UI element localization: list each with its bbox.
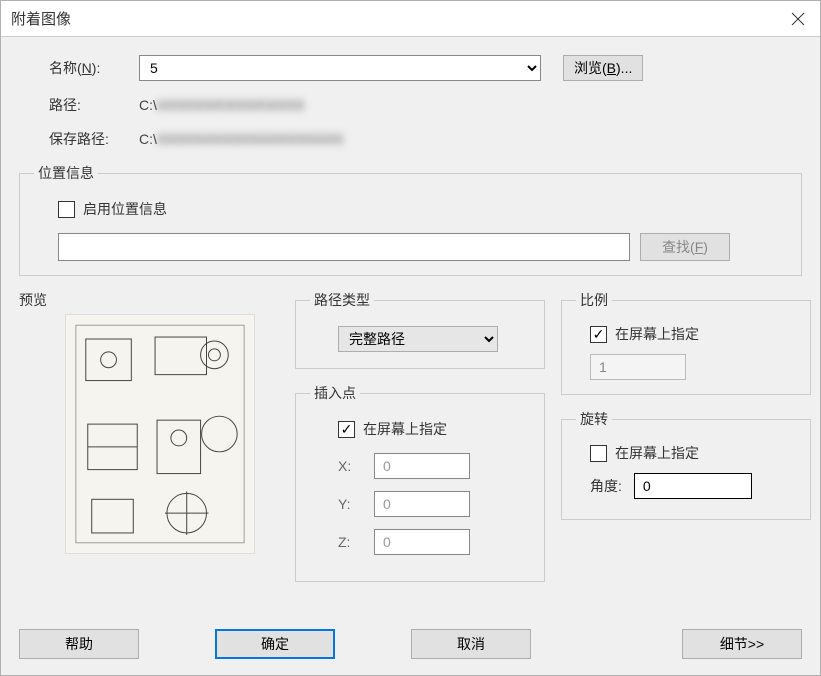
preview-label: 预览	[19, 290, 279, 310]
path-value: C:\XXXXXXX\XXXX\XXXX	[139, 97, 305, 113]
insert-onscreen-label: 在屏幕上指定	[363, 419, 447, 439]
angle-label: 角度:	[590, 476, 622, 496]
insert-onscreen-checkbox[interactable]	[338, 421, 355, 438]
rotate-legend: 旋转	[576, 409, 612, 429]
x-label: X:	[338, 458, 360, 474]
location-fieldset: 位置信息 启用位置信息 查找(F)	[19, 163, 802, 276]
enable-location-label: 启用位置信息	[83, 199, 167, 219]
pathtype-fieldset: 路径类型 完整路径	[295, 290, 545, 369]
location-path-input[interactable]	[58, 233, 630, 261]
window-title: 附着图像	[11, 8, 71, 29]
pathtype-select[interactable]: 完整路径	[338, 326, 498, 352]
save-path-label: 保存路径:	[49, 129, 139, 149]
browse-button[interactable]: 浏览(B)...	[563, 55, 643, 81]
cancel-button[interactable]: 取消	[411, 629, 531, 659]
name-select[interactable]: 5	[139, 55, 541, 81]
path-label: 路径:	[49, 95, 139, 115]
pathtype-legend: 路径类型	[310, 290, 374, 310]
x-input[interactable]	[374, 453, 470, 479]
scale-onscreen-label: 在屏幕上指定	[615, 324, 699, 344]
close-button[interactable]	[786, 7, 810, 31]
y-input[interactable]	[374, 491, 470, 517]
enable-location-checkbox[interactable]	[58, 201, 75, 218]
help-button[interactable]: 帮助	[19, 629, 139, 659]
details-button[interactable]: 细节>>	[682, 629, 802, 659]
path-row: 路径: C:\XXXXXXX\XXXX\XXXX	[19, 95, 802, 115]
rotate-onscreen-label: 在屏幕上指定	[615, 443, 699, 463]
z-input[interactable]	[374, 529, 470, 555]
scale-fieldset: 比例 在屏幕上指定	[561, 290, 811, 395]
insert-fieldset: 插入点 在屏幕上指定 X: Y: Z:	[295, 383, 545, 582]
name-label: 名称(N):	[49, 58, 139, 78]
rotate-onscreen-checkbox[interactable]	[590, 445, 607, 462]
save-path-value: C:\XXXXXXXXXXXXXXXXXXXX	[139, 131, 344, 147]
scale-legend: 比例	[576, 290, 612, 310]
titlebar: 附着图像	[1, 1, 820, 37]
ok-button[interactable]: 确定	[215, 629, 335, 659]
location-legend: 位置信息	[34, 163, 98, 183]
preview-image	[65, 314, 255, 554]
scale-onscreen-checkbox[interactable]	[590, 326, 607, 343]
name-row: 名称(N): 5 浏览(B)...	[19, 55, 802, 81]
rotate-fieldset: 旋转 在屏幕上指定 角度:	[561, 409, 811, 520]
save-path-row: 保存路径: C:\XXXXXXXXXXXXXXXXXXXX	[19, 129, 802, 149]
preview-section: 预览	[19, 290, 279, 596]
insert-legend: 插入点	[310, 383, 360, 403]
y-label: Y:	[338, 496, 360, 512]
scale-input[interactable]	[590, 354, 686, 380]
z-label: Z:	[338, 534, 360, 550]
button-row: 帮助 确定 取消 细节>>	[19, 629, 802, 659]
angle-input[interactable]	[634, 473, 752, 499]
find-button[interactable]: 查找(F)	[640, 233, 730, 261]
